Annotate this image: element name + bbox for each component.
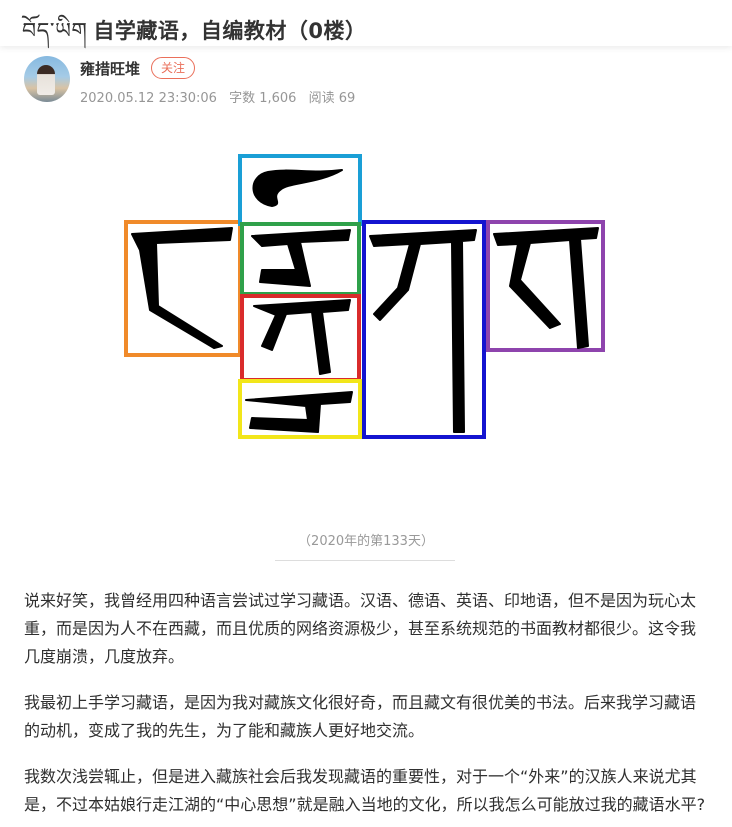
caption-divider [275,560,455,561]
subscript-glyph [245,391,353,433]
prefix-glyph [131,227,233,349]
post-suffix-glyph [493,227,599,349]
article-title-text: 自学藏语，自编教材（0楼） [93,19,367,43]
paragraph-2: 我最初上手学习藏语，是因为我对藏族文化很好奇，而且藏文有很优美的书法。后来我学习… [24,693,697,740]
tibetan-word-diagram [0,110,732,530]
vowel-glyph [252,169,343,207]
read-count: 阅读 69 [308,91,356,106]
article-page: བོད་ཡིག 自学藏语，自编教材（0楼） 雍措旺堆 关注 2020.05.12 … [0,0,732,827]
article-header: བོད་ཡིག 自学藏语，自编教材（0楼） [0,0,732,46]
suffix-glyph [369,229,477,433]
suffix-box [362,220,486,439]
article-meta: 2020.05.12 23:30:06 字数 1,606 阅读 69 [80,87,363,106]
publish-date: 2020.05.12 23:30:06 [80,91,217,106]
superscript-glyph [251,229,351,287]
word-count: 字数 1,606 [229,91,297,106]
paragraph-3: 我数次浅尝辄止，但是进入藏族社会后我发现藏语的重要性，对于一个“外来”的汉族人来… [24,767,706,814]
article-title: བོད་ཡིག 自学藏语，自编教材（0楼） [22,6,367,68]
tibetan-logo: བོད་ཡིག [22,19,88,44]
tibetan-word-figure [124,154,605,439]
root-glyph [253,299,351,375]
article-body: 说来好笑，我曾经用四种语言尝试过学习藏语。汉语、德语、英语、印地语，但不是因为玩… [24,587,710,827]
paragraph-1: 说来好笑，我曾经用四种语言尝试过学习藏语。汉语、德语、英语、印地语，但不是因为玩… [24,591,697,666]
figure-caption: （2020年的第133天） [298,534,434,549]
avatar-photo [37,65,55,95]
